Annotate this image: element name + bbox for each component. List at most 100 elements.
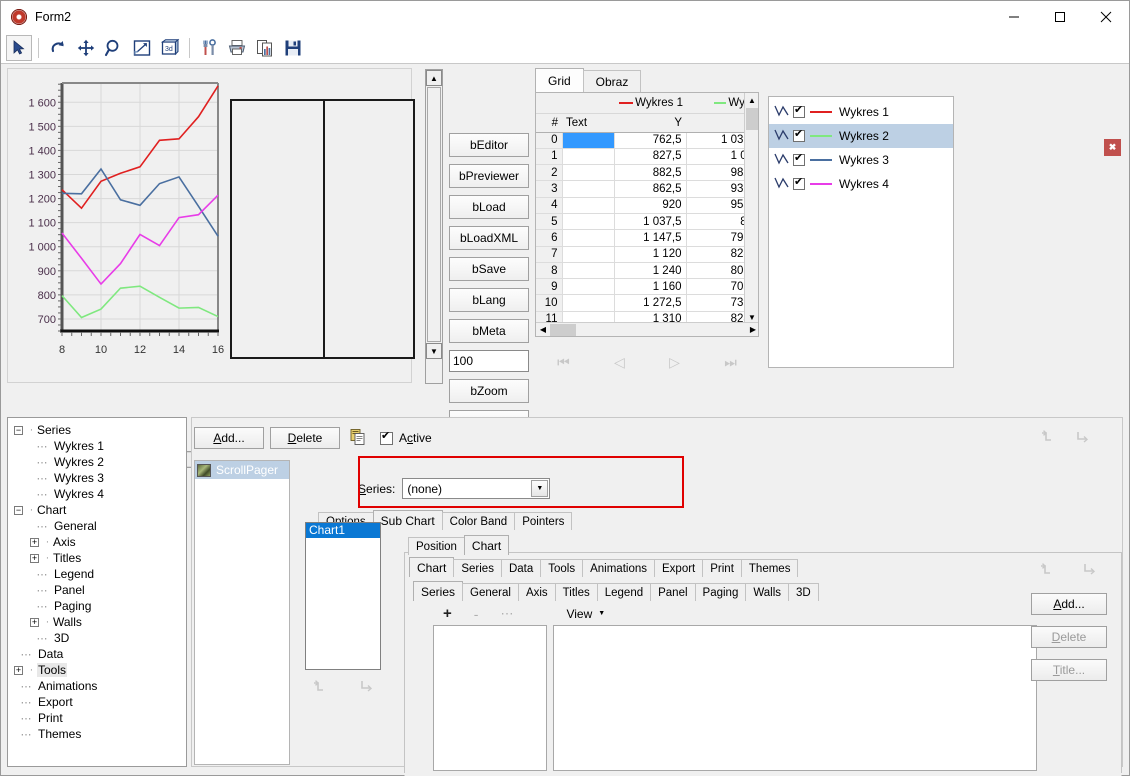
tree-node[interactable]: ⋯ Wykres 1 xyxy=(10,438,184,454)
tab-l4-panel[interactable]: Panel xyxy=(650,583,696,601)
undo-icon[interactable] xyxy=(45,35,71,61)
series-list-item[interactable]: Wykres 4 xyxy=(769,172,953,196)
tab-l4-paging[interactable]: Paging xyxy=(694,583,747,601)
save-icon[interactable] xyxy=(280,35,306,61)
col-header-y[interactable]: Y xyxy=(614,113,686,133)
collapse-icon[interactable]: − xyxy=(14,505,23,515)
subchart-move-up-icon[interactable] xyxy=(310,678,328,697)
table-row[interactable]: 3 862,5 932, xyxy=(536,180,758,198)
tab-l4-titles[interactable]: Titles xyxy=(554,583,598,601)
chart-settings-tree[interactable]: − · Series ⋯ Wykres 1 ⋯ Wykres 2 ⋯ Wykres 3 ⋯ Wykr… xyxy=(7,417,187,767)
nav-first-record-icon[interactable]: ⏮ xyxy=(557,354,570,371)
series-visible-checkbox[interactable] xyxy=(793,175,805,190)
cell-text[interactable] xyxy=(562,197,615,214)
series-visible-checkbox[interactable] xyxy=(793,103,805,118)
series-move-down-icon[interactable] xyxy=(1081,561,1099,580)
grid-hscroll-thumb[interactable] xyxy=(550,323,576,336)
tree-node[interactable]: ⋯ General xyxy=(10,518,184,534)
tree-node[interactable]: ⋯ Themes xyxy=(10,726,184,742)
series-legend-list[interactable]: Wykres 1 Wykres 2 Wykres 3 Wykres 4 xyxy=(768,96,954,368)
button-bloadxml[interactable]: bLoadXML xyxy=(449,226,529,250)
tree-node[interactable]: ⋯ Legend xyxy=(10,566,184,582)
cell-y[interactable]: 1 147,5 xyxy=(614,229,687,247)
series-delete-button[interactable]: Delete xyxy=(1031,626,1107,648)
tab-l3-print[interactable]: Print xyxy=(702,559,742,577)
button-bpreviewer[interactable]: bPreviewer xyxy=(449,164,529,188)
tree-node[interactable]: − · Series xyxy=(10,422,184,438)
active-checkbox-group[interactable]: Active xyxy=(380,429,432,445)
cell-y[interactable]: 1 120 xyxy=(614,246,687,263)
expand-icon[interactable]: + xyxy=(30,617,39,627)
tab-l4-walls[interactable]: Walls xyxy=(745,583,790,601)
tree-node[interactable]: ⋯ Wykres 4 xyxy=(10,486,184,502)
button-bload[interactable]: bLoad xyxy=(449,195,529,219)
button-bzoom[interactable]: bZoom xyxy=(449,379,529,403)
print-icon[interactable] xyxy=(224,35,250,61)
maximize-button[interactable] xyxy=(1037,1,1083,32)
tab-l3-chart[interactable]: Chart xyxy=(409,557,455,577)
table-row[interactable]: 4 920 953, xyxy=(536,197,758,214)
tree-node[interactable]: ⋯ Wykres 2 xyxy=(10,454,184,470)
tab-l3-themes[interactable]: Themes xyxy=(740,559,799,577)
list-item-scrollpager[interactable]: ScrollPager xyxy=(195,461,289,479)
series-visible-checkbox[interactable] xyxy=(793,127,805,142)
cell-y[interactable]: 762,5 xyxy=(614,132,687,149)
tools-icon[interactable] xyxy=(196,35,222,61)
series-list-item[interactable]: Wykres 2 xyxy=(769,124,953,148)
tab-color-band[interactable]: Color Band xyxy=(441,512,516,530)
tree-node[interactable]: + · Titles xyxy=(10,550,184,566)
tree-node[interactable]: + · Tools xyxy=(10,662,184,678)
table-row[interactable]: 71 120 823, xyxy=(536,246,758,263)
table-row[interactable]: 0 762,5 1 039, xyxy=(536,132,758,149)
tab-obraz[interactable]: Obraz xyxy=(582,70,642,92)
tab-l4-axis[interactable]: Axis xyxy=(517,583,556,601)
tree-node[interactable]: ⋯ Wykres 3 xyxy=(10,470,184,486)
button-beditor[interactable]: bEditor xyxy=(449,133,529,157)
expand-icon[interactable]: + xyxy=(30,553,39,563)
cell-text[interactable] xyxy=(562,180,615,198)
zoom-value-input[interactable]: 100 xyxy=(449,350,529,372)
tree-node[interactable]: ⋯ 3D xyxy=(10,630,184,646)
scroll-up-icon[interactable]: ▲ xyxy=(426,70,442,86)
move-down-icon[interactable] xyxy=(1074,428,1092,449)
tab-pointers[interactable]: Pointers xyxy=(514,512,573,530)
series-detail-box[interactable] xyxy=(553,625,1037,771)
table-row[interactable]: 51 037,587 xyxy=(536,213,758,231)
tree-node[interactable]: − · Chart xyxy=(10,502,184,518)
cell-text[interactable] xyxy=(562,246,615,263)
expand-icon[interactable]: + xyxy=(14,665,23,675)
tab-position[interactable]: Position xyxy=(408,537,465,555)
close-chart-button[interactable]: ✖ xyxy=(1104,139,1121,156)
tree-node[interactable]: ⋯ Export xyxy=(10,694,184,710)
tree-node[interactable]: ⋯ Print xyxy=(10,710,184,726)
list-item-chart1[interactable]: Chart1 xyxy=(306,523,380,538)
button-bsave[interactable]: bSave xyxy=(449,257,529,281)
zoom-icon[interactable] xyxy=(101,35,127,61)
cell-y[interactable]: 920 xyxy=(614,197,687,214)
grid-horizontal-scrollbar[interactable]: ◀ ▶ xyxy=(536,322,758,336)
table-row[interactable]: 10 1 272,5 739, xyxy=(536,294,758,312)
chart-preview-panel[interactable]: 700 800 900 1 000 1 100 1 200 1 300 1 400 1 500 1… xyxy=(7,68,415,383)
tree-node[interactable]: ⋯ Data xyxy=(10,646,184,662)
tree-node[interactable]: + · Axis xyxy=(10,534,184,550)
table-row[interactable]: 1 827,5 1 01 xyxy=(536,148,758,166)
expand-icon[interactable]: + xyxy=(30,537,39,547)
grid-vscroll-thumb[interactable] xyxy=(746,108,758,130)
tab-l3-tools[interactable]: Tools xyxy=(540,559,584,577)
minimize-button[interactable] xyxy=(991,1,1037,32)
grid-vertical-scrollbar[interactable]: ▲ ▼ xyxy=(744,93,758,324)
subchart-move-down-icon[interactable] xyxy=(358,678,376,697)
nav-next-record-icon[interactable]: ▷ xyxy=(669,354,680,371)
cell-text[interactable] xyxy=(562,164,615,182)
nav-previous-record-icon[interactable]: ◁ xyxy=(614,354,625,371)
copy-icon[interactable] xyxy=(252,35,278,61)
grid-scroll-up-icon[interactable]: ▲ xyxy=(745,93,758,107)
cell-text[interactable] xyxy=(562,148,615,166)
cell-text[interactable] xyxy=(562,132,615,149)
cell-y[interactable]: 1 160 xyxy=(614,278,687,296)
table-row[interactable]: 81 240 801, xyxy=(536,262,758,280)
depth-icon[interactable] xyxy=(129,35,155,61)
tab-l3-series[interactable]: Series xyxy=(453,559,502,577)
cell-y[interactable]: 862,5 xyxy=(614,180,687,198)
3d-icon[interactable]: 3d xyxy=(157,35,183,61)
